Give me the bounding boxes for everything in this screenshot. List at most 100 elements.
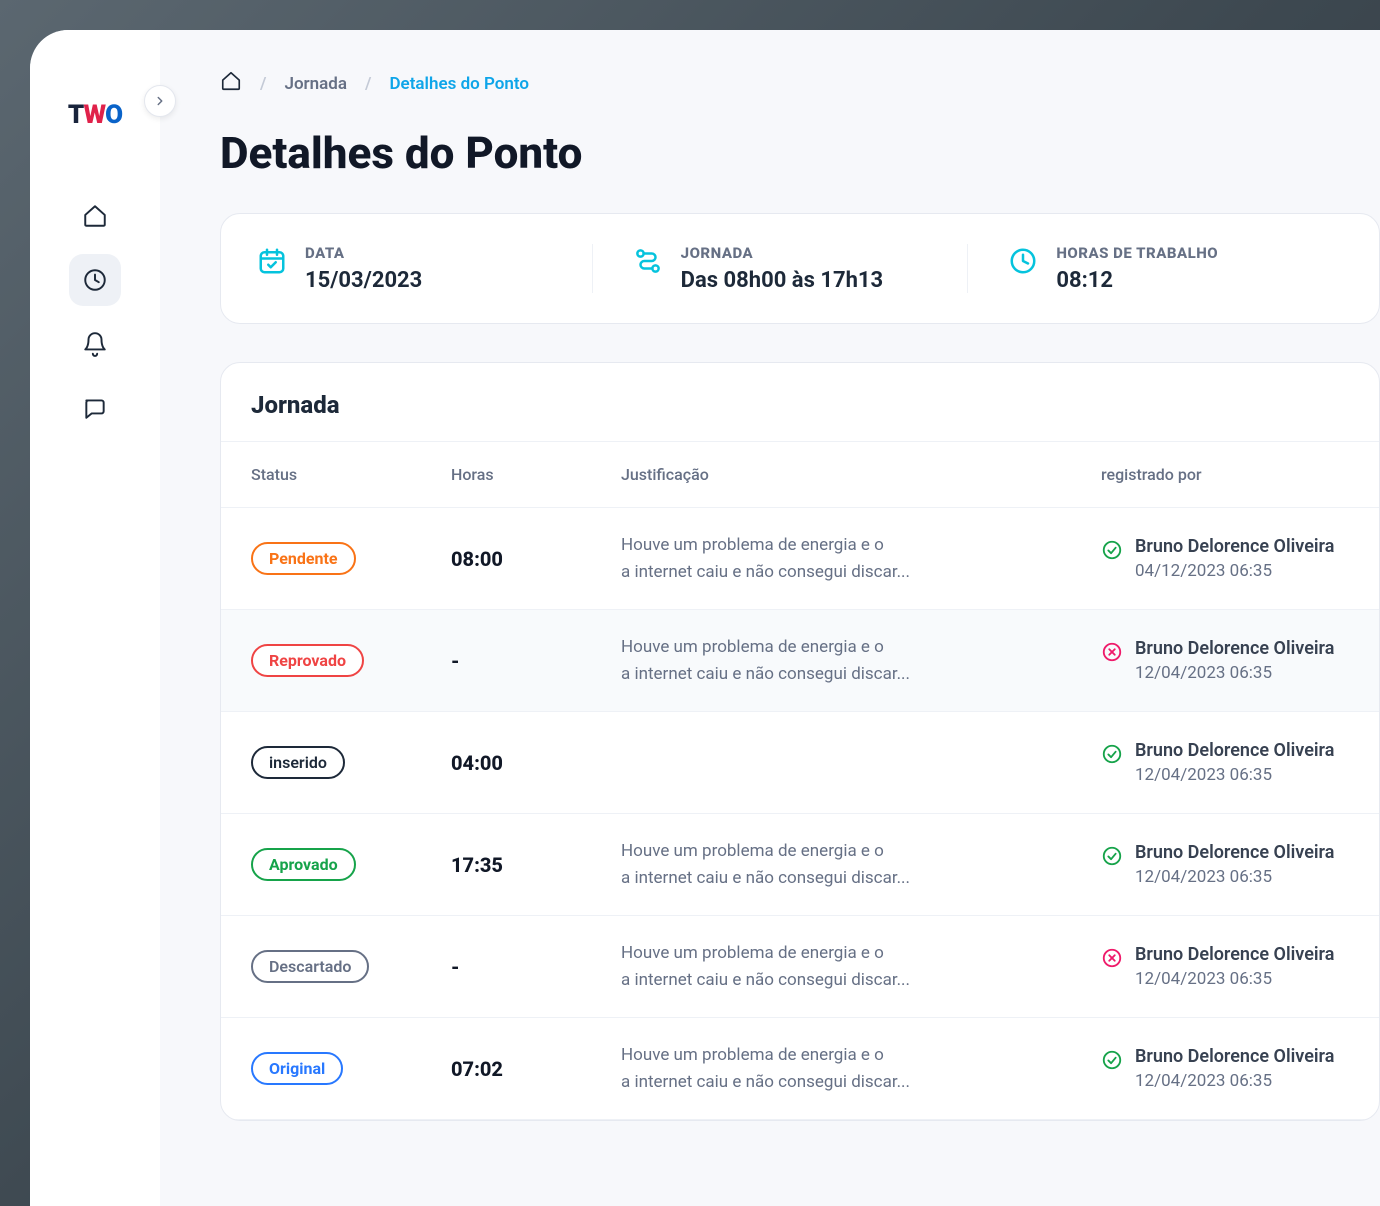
registered-time: 12/04/2023 06:35 bbox=[1135, 1071, 1334, 1091]
breadcrumb-separator: / bbox=[365, 74, 371, 94]
home-icon bbox=[220, 70, 242, 92]
cell-justification: Houve um problema de energia e o a intern… bbox=[621, 614, 1101, 707]
cell-hours: 04:00 bbox=[451, 751, 621, 775]
cell-hours: 08:00 bbox=[451, 547, 621, 571]
table-row[interactable]: Reprovado - Houve um problema de energia… bbox=[221, 610, 1379, 712]
status-badge: Descartado bbox=[251, 950, 369, 983]
cell-hours: 17:35 bbox=[451, 853, 621, 877]
main-content: / Jornada / Detalhes do Ponto Detalhes d… bbox=[160, 30, 1380, 1206]
registered-time: 12/04/2023 06:35 bbox=[1135, 663, 1334, 683]
calendar-icon bbox=[257, 246, 287, 280]
nav-notifications[interactable] bbox=[69, 318, 121, 370]
clock-icon bbox=[82, 267, 108, 293]
registered-name: Bruno Delorence Oliveira bbox=[1135, 740, 1334, 761]
app-window: TWO / Jornada / Detalhes do Ponto bbox=[30, 30, 1380, 1206]
sidebar-nav bbox=[69, 190, 121, 434]
breadcrumb-current: Detalhes do Ponto bbox=[389, 74, 529, 94]
summary-label: JORNADA bbox=[681, 244, 883, 262]
col-reg: registrado por bbox=[1101, 465, 1349, 484]
just-line2: a internet caiu e não consegui discar... bbox=[621, 868, 910, 888]
registered-name: Bruno Delorence Oliveira bbox=[1135, 1046, 1334, 1067]
table-row[interactable]: Original 07:02 Houve um problema de ener… bbox=[221, 1018, 1379, 1120]
summary-value: 15/03/2023 bbox=[305, 268, 422, 293]
breadcrumb-item-jornada[interactable]: Jornada bbox=[284, 74, 347, 94]
just-line2: a internet caiu e não consegui discar... bbox=[621, 970, 910, 990]
home-icon bbox=[82, 203, 108, 229]
summary-value: Das 08h00 às 17h13 bbox=[681, 268, 883, 293]
breadcrumb: / Jornada / Detalhes do Ponto bbox=[220, 70, 1380, 97]
cell-registered-by: Bruno Delorence Oliveira 12/04/2023 06:3… bbox=[1101, 638, 1349, 683]
table-row[interactable]: Pendente 08:00 Houve um problema de ener… bbox=[221, 508, 1379, 610]
registered-name: Bruno Delorence Oliveira bbox=[1135, 536, 1334, 557]
cell-status: Descartado bbox=[251, 950, 451, 983]
journey-title: Jornada bbox=[221, 363, 1379, 442]
just-line2: a internet caiu e não consegui discar... bbox=[621, 562, 910, 582]
table-row[interactable]: Descartado - Houve um problema de energi… bbox=[221, 916, 1379, 1018]
cell-registered-by: Bruno Delorence Oliveira 12/04/2023 06:3… bbox=[1101, 1046, 1349, 1091]
check-circle-icon bbox=[1101, 845, 1123, 871]
breadcrumb-home[interactable] bbox=[220, 70, 242, 97]
nav-home[interactable] bbox=[69, 190, 121, 242]
status-badge: Original bbox=[251, 1052, 343, 1085]
check-circle-icon bbox=[1101, 539, 1123, 565]
nav-messages[interactable] bbox=[69, 382, 121, 434]
table-row[interactable]: inserido 04:00 Bruno Delorence Oliveira … bbox=[221, 712, 1379, 814]
cell-registered-by: Bruno Delorence Oliveira 12/04/2023 06:3… bbox=[1101, 842, 1349, 887]
status-badge: inserido bbox=[251, 746, 345, 779]
x-circle-icon bbox=[1101, 641, 1123, 667]
just-line1: Houve um problema de energia e o bbox=[621, 841, 884, 861]
cell-justification: Houve um problema de energia e o a intern… bbox=[621, 1022, 1101, 1115]
cell-hours: - bbox=[451, 649, 621, 673]
cell-justification: Houve um problema de energia e o a intern… bbox=[621, 512, 1101, 605]
chevron-right-icon bbox=[153, 94, 167, 108]
summary-label: DATA bbox=[305, 244, 422, 262]
status-badge: Pendente bbox=[251, 542, 356, 575]
summary-shift: JORNADA Das 08h00 às 17h13 bbox=[593, 244, 969, 293]
x-circle-icon bbox=[1101, 947, 1123, 973]
cell-hours: 07:02 bbox=[451, 1057, 621, 1081]
check-circle-icon bbox=[1101, 743, 1123, 769]
col-status: Status bbox=[251, 465, 451, 484]
registered-name: Bruno Delorence Oliveira bbox=[1135, 638, 1334, 659]
brand-logo: TWO bbox=[68, 100, 122, 130]
cell-status: Reprovado bbox=[251, 644, 451, 677]
check-circle-icon bbox=[1101, 1049, 1123, 1075]
just-line1: Houve um problema de energia e o bbox=[621, 535, 884, 555]
cell-status: Pendente bbox=[251, 542, 451, 575]
status-badge: Aprovado bbox=[251, 848, 356, 881]
just-line2: a internet caiu e não consegui discar... bbox=[621, 1072, 910, 1092]
clock-icon bbox=[1008, 246, 1038, 280]
registered-name: Bruno Delorence Oliveira bbox=[1135, 842, 1334, 863]
breadcrumb-separator: / bbox=[260, 74, 266, 94]
sidebar: TWO bbox=[30, 30, 160, 1206]
registered-time: 12/04/2023 06:35 bbox=[1135, 765, 1334, 785]
summary-label: HORAS DE TRABALHO bbox=[1056, 244, 1218, 262]
cell-registered-by: Bruno Delorence Oliveira 12/04/2023 06:3… bbox=[1101, 944, 1349, 989]
bell-icon bbox=[82, 331, 108, 357]
chat-icon bbox=[82, 395, 108, 421]
just-line1: Houve um problema de energia e o bbox=[621, 637, 884, 657]
summary-card: DATA 15/03/2023 JORNADA Das 08h00 às 17h… bbox=[220, 213, 1380, 324]
table-header: Status Horas Justificação registrado por bbox=[221, 442, 1379, 508]
route-icon bbox=[633, 246, 663, 280]
page-title: Detalhes do Ponto bbox=[220, 127, 1380, 179]
col-hours: Horas bbox=[451, 465, 621, 484]
cell-justification: Houve um problema de energia e o a intern… bbox=[621, 920, 1101, 1013]
just-line2: a internet caiu e não consegui discar... bbox=[621, 664, 910, 684]
cell-status: Original bbox=[251, 1052, 451, 1085]
registered-time: 12/04/2023 06:35 bbox=[1135, 867, 1334, 887]
table-body: Pendente 08:00 Houve um problema de ener… bbox=[221, 508, 1379, 1120]
status-badge: Reprovado bbox=[251, 644, 364, 677]
just-line1: Houve um problema de energia e o bbox=[621, 1045, 884, 1065]
registered-time: 04/12/2023 06:35 bbox=[1135, 561, 1334, 581]
just-line1: Houve um problema de energia e o bbox=[621, 943, 884, 963]
registered-name: Bruno Delorence Oliveira bbox=[1135, 944, 1334, 965]
summary-value: 08:12 bbox=[1056, 268, 1218, 293]
table-row[interactable]: Aprovado 17:35 Houve um problema de ener… bbox=[221, 814, 1379, 916]
cell-status: inserido bbox=[251, 746, 451, 779]
cell-status: Aprovado bbox=[251, 848, 451, 881]
nav-time[interactable] bbox=[69, 254, 121, 306]
sidebar-expand-toggle[interactable] bbox=[144, 85, 176, 117]
summary-date: DATA 15/03/2023 bbox=[257, 244, 593, 293]
col-just: Justificação bbox=[621, 465, 1101, 484]
